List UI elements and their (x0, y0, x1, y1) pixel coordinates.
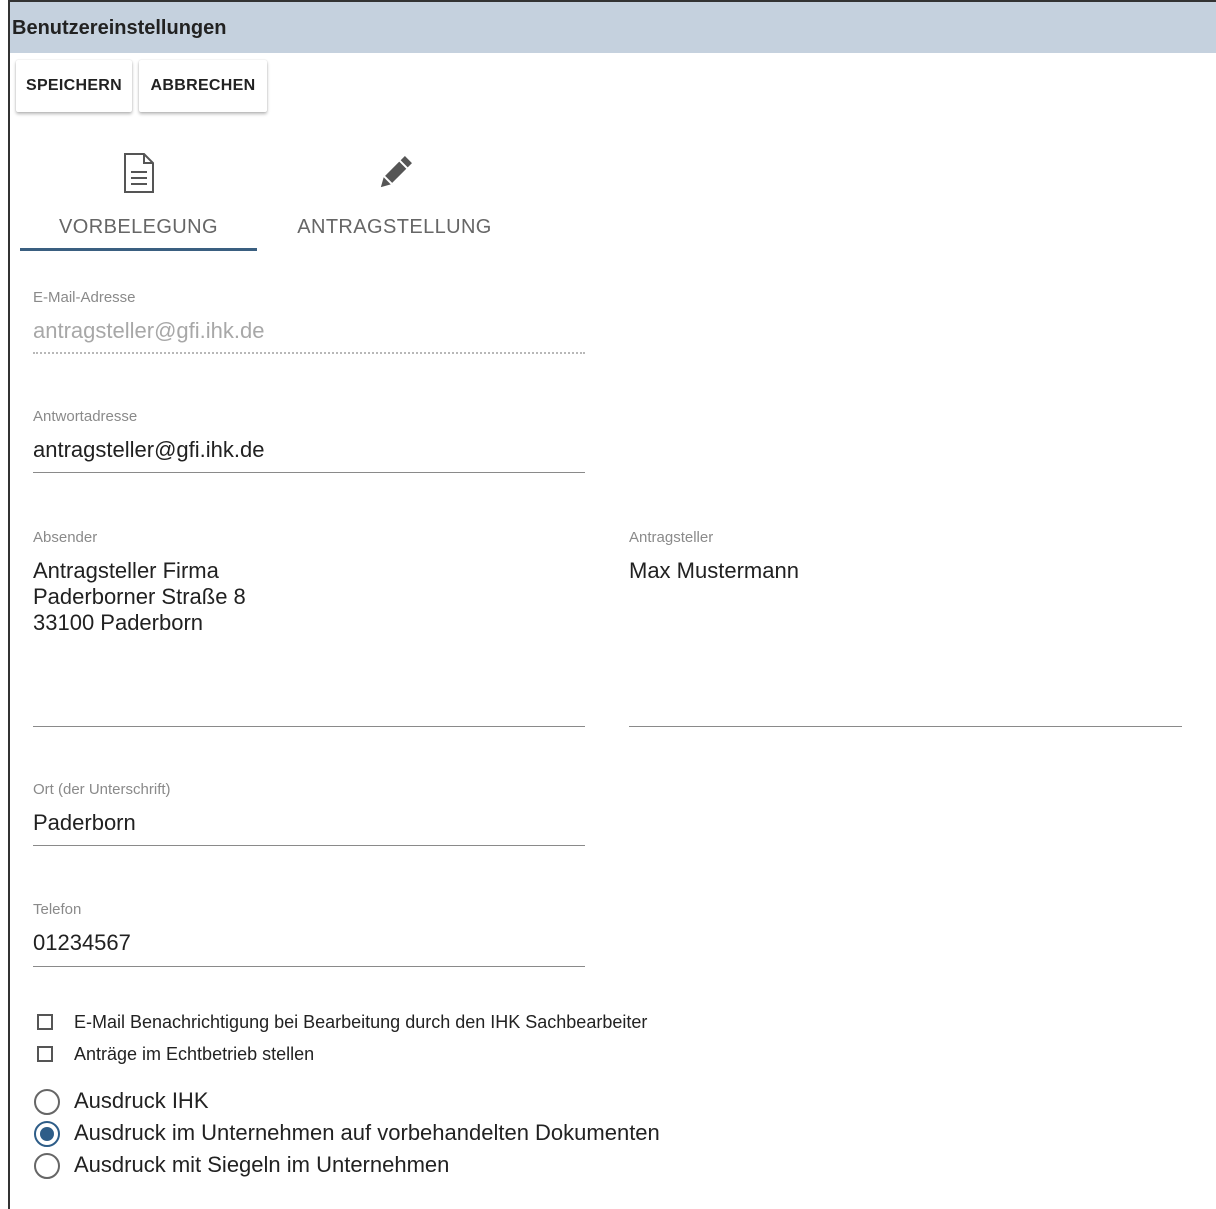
title-bar: Benutzereinstellungen (8, 0, 1216, 53)
email-underline (33, 352, 585, 354)
sender-label: Absender (33, 529, 98, 546)
radio-print-ihk-label: Ausdruck IHK (74, 1088, 209, 1113)
production-mode-checkbox[interactable] (37, 1046, 53, 1062)
email-field: antragsteller@gfi.ihk.de (33, 318, 265, 343)
reply-address-field[interactable]: antragsteller@gfi.ihk.de (33, 437, 264, 463)
email-label: E-Mail-Adresse (33, 289, 136, 306)
reply-underline (33, 472, 585, 473)
radio-print-company-seals-label: Ausdruck mit Siegeln im Unternehmen (74, 1152, 450, 1177)
radio-print-company-pretreated-label: Ausdruck im Unternehmen auf vorbehandelt… (74, 1120, 660, 1145)
reply-label: Antwortadresse (33, 408, 138, 425)
radio-print-company-seals[interactable] (34, 1153, 60, 1179)
radio-print-company-pretreated[interactable] (34, 1121, 60, 1147)
tab-vorbelegung[interactable]: VORBELEGUNG (20, 148, 257, 253)
place-label: Ort (der Unterschrift) (33, 781, 171, 798)
applicant-label: Antragsteller (629, 529, 714, 546)
phone-underline (33, 966, 585, 967)
place-field[interactable]: Paderborn (33, 810, 136, 836)
window-title: Benutzereinstellungen (12, 17, 227, 39)
sender-underline (33, 726, 585, 727)
cancel-button[interactable]: ABBRECHEN (139, 60, 267, 112)
phone-label: Telefon (33, 901, 82, 918)
place-underline (33, 845, 585, 846)
pencil-icon (380, 156, 412, 188)
tab-label: ANTRAGSTELLUNG (297, 216, 492, 238)
document-icon (123, 153, 154, 193)
sender-textarea[interactable]: Antragsteller Firma Paderborner Straße 8… (33, 558, 246, 636)
tab-antragstellung[interactable]: ANTRAGSTELLUNG (276, 148, 513, 253)
email-notification-checkbox[interactable] (37, 1014, 53, 1030)
applicant-underline (629, 726, 1182, 727)
production-mode-label: Anträge im Echtbetrieb stellen (74, 1044, 315, 1064)
email-notification-label: E-Mail Benachrichtigung bei Bearbeitung … (74, 1012, 648, 1032)
radio-print-ihk[interactable] (34, 1089, 60, 1115)
active-tab-indicator (20, 248, 257, 251)
save-button[interactable]: SPEICHERN (16, 60, 132, 112)
phone-field[interactable]: 01234567 (33, 930, 131, 956)
tab-label: VORBELEGUNG (59, 216, 218, 238)
applicant-textarea[interactable]: Max Mustermann (629, 558, 799, 584)
